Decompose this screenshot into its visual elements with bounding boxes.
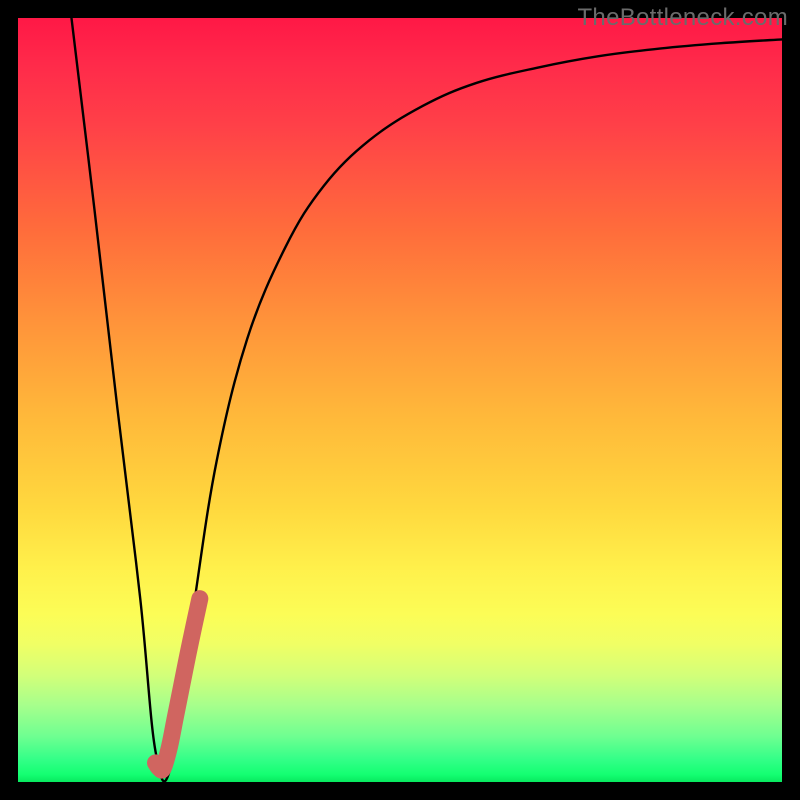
plot-area — [18, 18, 782, 782]
highlight-segment — [156, 599, 200, 770]
chart-frame: TheBottleneck.com — [0, 0, 800, 800]
watermark-label: TheBottleneck.com — [577, 4, 788, 32]
chart-overlay — [18, 18, 782, 782]
